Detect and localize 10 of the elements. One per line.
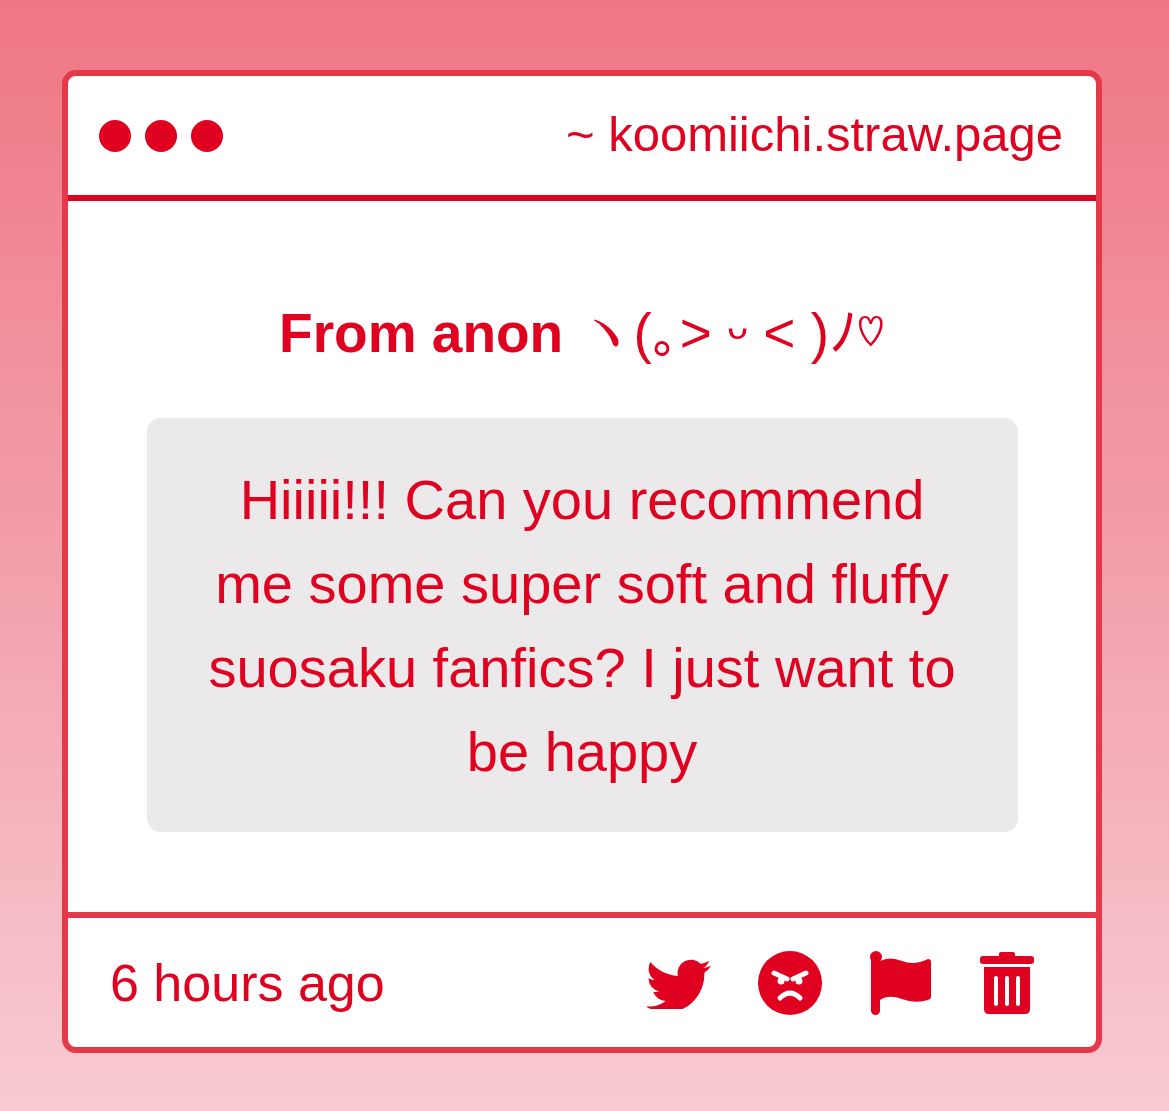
dot-icon <box>191 119 223 152</box>
sender-title: From anon ヽ(｡˃ ᵕ ˂ )ﾉ♡ <box>279 303 885 363</box>
page-address: ~ koomiichi.straw.page <box>565 107 1063 163</box>
dot-icon <box>99 119 131 152</box>
dot-icon <box>145 119 177 152</box>
trash-icon[interactable] <box>980 951 1034 1014</box>
angry-face-icon[interactable] <box>758 950 822 1015</box>
flag-icon[interactable] <box>869 950 933 1015</box>
timestamp: 6 hours ago <box>110 952 385 1014</box>
question-text: Hiiiii!!! Can you recommend me some super soft and fluffy suosaku fanfics? I just want to be happy <box>207 467 957 785</box>
